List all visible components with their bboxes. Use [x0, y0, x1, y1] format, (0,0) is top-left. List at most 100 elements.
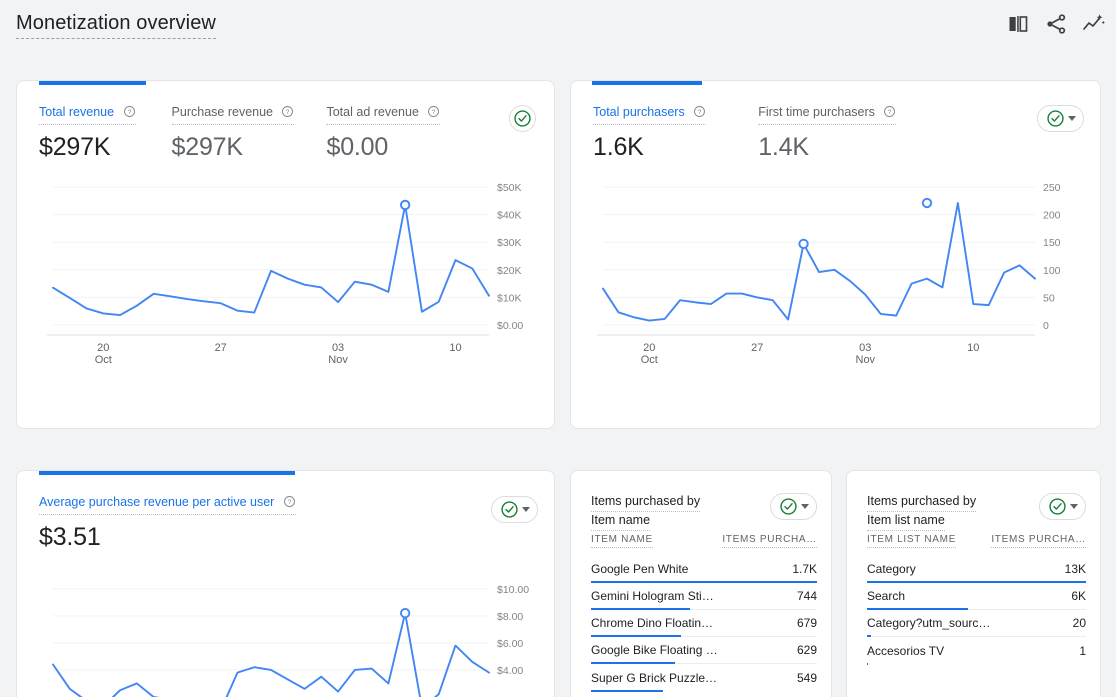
card-accent-bar: [39, 81, 146, 85]
data-quality-badge[interactable]: [1039, 493, 1086, 520]
table-title-line2[interactable]: Item list name: [867, 512, 945, 531]
header-actions: [1006, 12, 1106, 36]
row-value: 629: [797, 643, 817, 657]
metric-total-purchasers: Total purchasers ? 1.6K: [593, 103, 706, 162]
row-label[interactable]: Accesorios TV: [867, 644, 944, 658]
svg-text:50: 50: [1043, 292, 1055, 304]
help-icon[interactable]: ?: [427, 105, 440, 122]
table-body: Category 13K Search 6K Category?utm_sourc…20…: [867, 556, 1086, 664]
column-header-value[interactable]: ITEMS PURCHA…: [722, 534, 817, 548]
check-circle-icon: [500, 500, 519, 519]
row-label[interactable]: Super G Brick Puzzle…: [591, 671, 717, 685]
row-bar: [591, 690, 663, 693]
row-value: 13K: [1065, 562, 1086, 576]
help-icon[interactable]: ?: [123, 105, 136, 122]
svg-text:$0.00: $0.00: [497, 320, 523, 332]
svg-text:?: ?: [888, 109, 892, 116]
column-header-value[interactable]: ITEMS PURCHA…: [991, 534, 1086, 548]
row-label[interactable]: Google Bike Floating …: [591, 643, 718, 657]
table-body: Google Pen White1.7KGemini Hologram Sti……: [591, 556, 817, 691]
metric-label[interactable]: Average purchase revenue per active user…: [39, 495, 296, 515]
row-label[interactable]: Category?utm_sourc…: [867, 616, 990, 630]
data-quality-badge[interactable]: [491, 496, 538, 523]
svg-text:$4.00: $4.00: [497, 665, 523, 677]
metric-label[interactable]: Total ad revenue ?: [326, 105, 440, 125]
svg-text:Oct: Oct: [641, 354, 658, 366]
svg-text:?: ?: [127, 109, 131, 116]
metric-label[interactable]: Total revenue ?: [39, 105, 136, 125]
data-quality-badge[interactable]: [509, 105, 536, 132]
row-value: 1: [1079, 644, 1086, 658]
data-quality-badge[interactable]: [1037, 105, 1084, 132]
svg-text:100: 100: [1043, 265, 1061, 277]
help-icon[interactable]: ?: [693, 105, 706, 122]
table-row[interactable]: Google Bike Floating … 629: [591, 637, 817, 664]
svg-text:?: ?: [698, 109, 702, 116]
table-row[interactable]: Accesorios TV 1: [867, 637, 1086, 664]
table-row[interactable]: Category?utm_sourc…20: [867, 610, 1086, 637]
arpau-chart[interactable]: $4.00$6.00$8.00$10.00: [31, 564, 551, 697]
revenue-metrics: Total revenue ? $297K Purchase revenue ?…: [39, 103, 476, 162]
data-quality-badge[interactable]: [770, 493, 817, 520]
compare-icon[interactable]: [1006, 12, 1030, 36]
share-icon[interactable]: [1044, 12, 1068, 36]
svg-text:$10K: $10K: [497, 292, 522, 304]
svg-text:03: 03: [859, 342, 871, 354]
help-icon[interactable]: ?: [281, 105, 294, 122]
svg-text:10: 10: [449, 342, 461, 354]
svg-text:Oct: Oct: [95, 354, 112, 366]
purchasers-chart[interactable]: 05010015020025020Oct2703Nov10: [581, 173, 1097, 378]
table-row[interactable]: Gemini Hologram Sti…744: [591, 583, 817, 610]
revenue-chart[interactable]: $0.00$10K$20K$30K$40K$50K20Oct2703Nov10: [31, 173, 551, 378]
table-row[interactable]: Chrome Dino Floatin…679: [591, 610, 817, 637]
purchasers-metrics: Total purchasers ? 1.6K First time purch…: [593, 103, 932, 162]
row-label[interactable]: Google Pen White: [591, 562, 688, 576]
svg-text:20: 20: [97, 342, 109, 354]
metric-purchase-revenue: Purchase revenue ? $297K: [172, 103, 295, 162]
page-header: Monetization overview: [0, 0, 1116, 60]
page-title: Monetization overview: [16, 12, 216, 39]
table-title-line1[interactable]: Items purchased by: [591, 493, 700, 512]
card-avg-purchase-revenue: Average purchase revenue per active user…: [16, 470, 555, 697]
help-icon[interactable]: ?: [283, 495, 296, 512]
svg-text:$30K: $30K: [497, 237, 522, 249]
row-value: 6K: [1071, 589, 1086, 603]
metric-value: 1.4K: [758, 132, 896, 162]
column-header-name[interactable]: ITEM NAME: [591, 534, 653, 548]
row-label[interactable]: Search: [867, 589, 905, 603]
metric-value: $0.00: [326, 132, 440, 162]
svg-text:20: 20: [643, 342, 655, 354]
table-title-line2[interactable]: Item name: [591, 512, 650, 531]
row-label[interactable]: Category: [867, 562, 916, 576]
table-row[interactable]: Category 13K: [867, 556, 1086, 583]
column-header-name[interactable]: ITEM LIST NAME: [867, 534, 956, 548]
row-value: 549: [797, 671, 817, 685]
table-row[interactable]: Super G Brick Puzzle… 549: [591, 664, 817, 691]
monetization-overview-page: Monetization overview: [0, 0, 1116, 697]
row-label[interactable]: Gemini Hologram Sti…: [591, 589, 714, 603]
metric-label[interactable]: Purchase revenue ?: [172, 105, 295, 125]
metric-label[interactable]: Total purchasers ?: [593, 105, 706, 125]
table-row[interactable]: Google Pen White1.7K: [591, 556, 817, 583]
card-total-revenue: Total revenue ? $297K Purchase revenue ?…: [16, 80, 555, 429]
table-title-line1[interactable]: Items purchased by: [867, 493, 976, 512]
metric-total-revenue: Total revenue ? $297K: [39, 103, 136, 162]
help-icon[interactable]: ?: [883, 105, 896, 122]
table-row[interactable]: Search 6K: [867, 583, 1086, 610]
table-title[interactable]: Items purchased by Item name: [591, 493, 741, 531]
chevron-down-icon: [1068, 116, 1076, 121]
card-items-purchased-by-item-name: Items purchased by Item name ITEM NAME I…: [570, 470, 832, 697]
insights-icon[interactable]: [1082, 12, 1106, 36]
svg-text:03: 03: [332, 342, 344, 354]
card-accent-bar: [39, 471, 295, 475]
metric-value: $3.51: [39, 522, 296, 552]
metric-label-text: Total purchasers: [593, 105, 685, 119]
chevron-down-icon: [1070, 504, 1078, 509]
row-bar: [867, 663, 868, 666]
metric-label[interactable]: First time purchasers ?: [758, 105, 896, 125]
check-circle-icon: [513, 109, 532, 128]
svg-text:Nov: Nov: [328, 354, 348, 366]
svg-text:Nov: Nov: [856, 354, 876, 366]
row-label[interactable]: Chrome Dino Floatin…: [591, 616, 713, 630]
table-title[interactable]: Items purchased by Item list name: [867, 493, 1017, 531]
